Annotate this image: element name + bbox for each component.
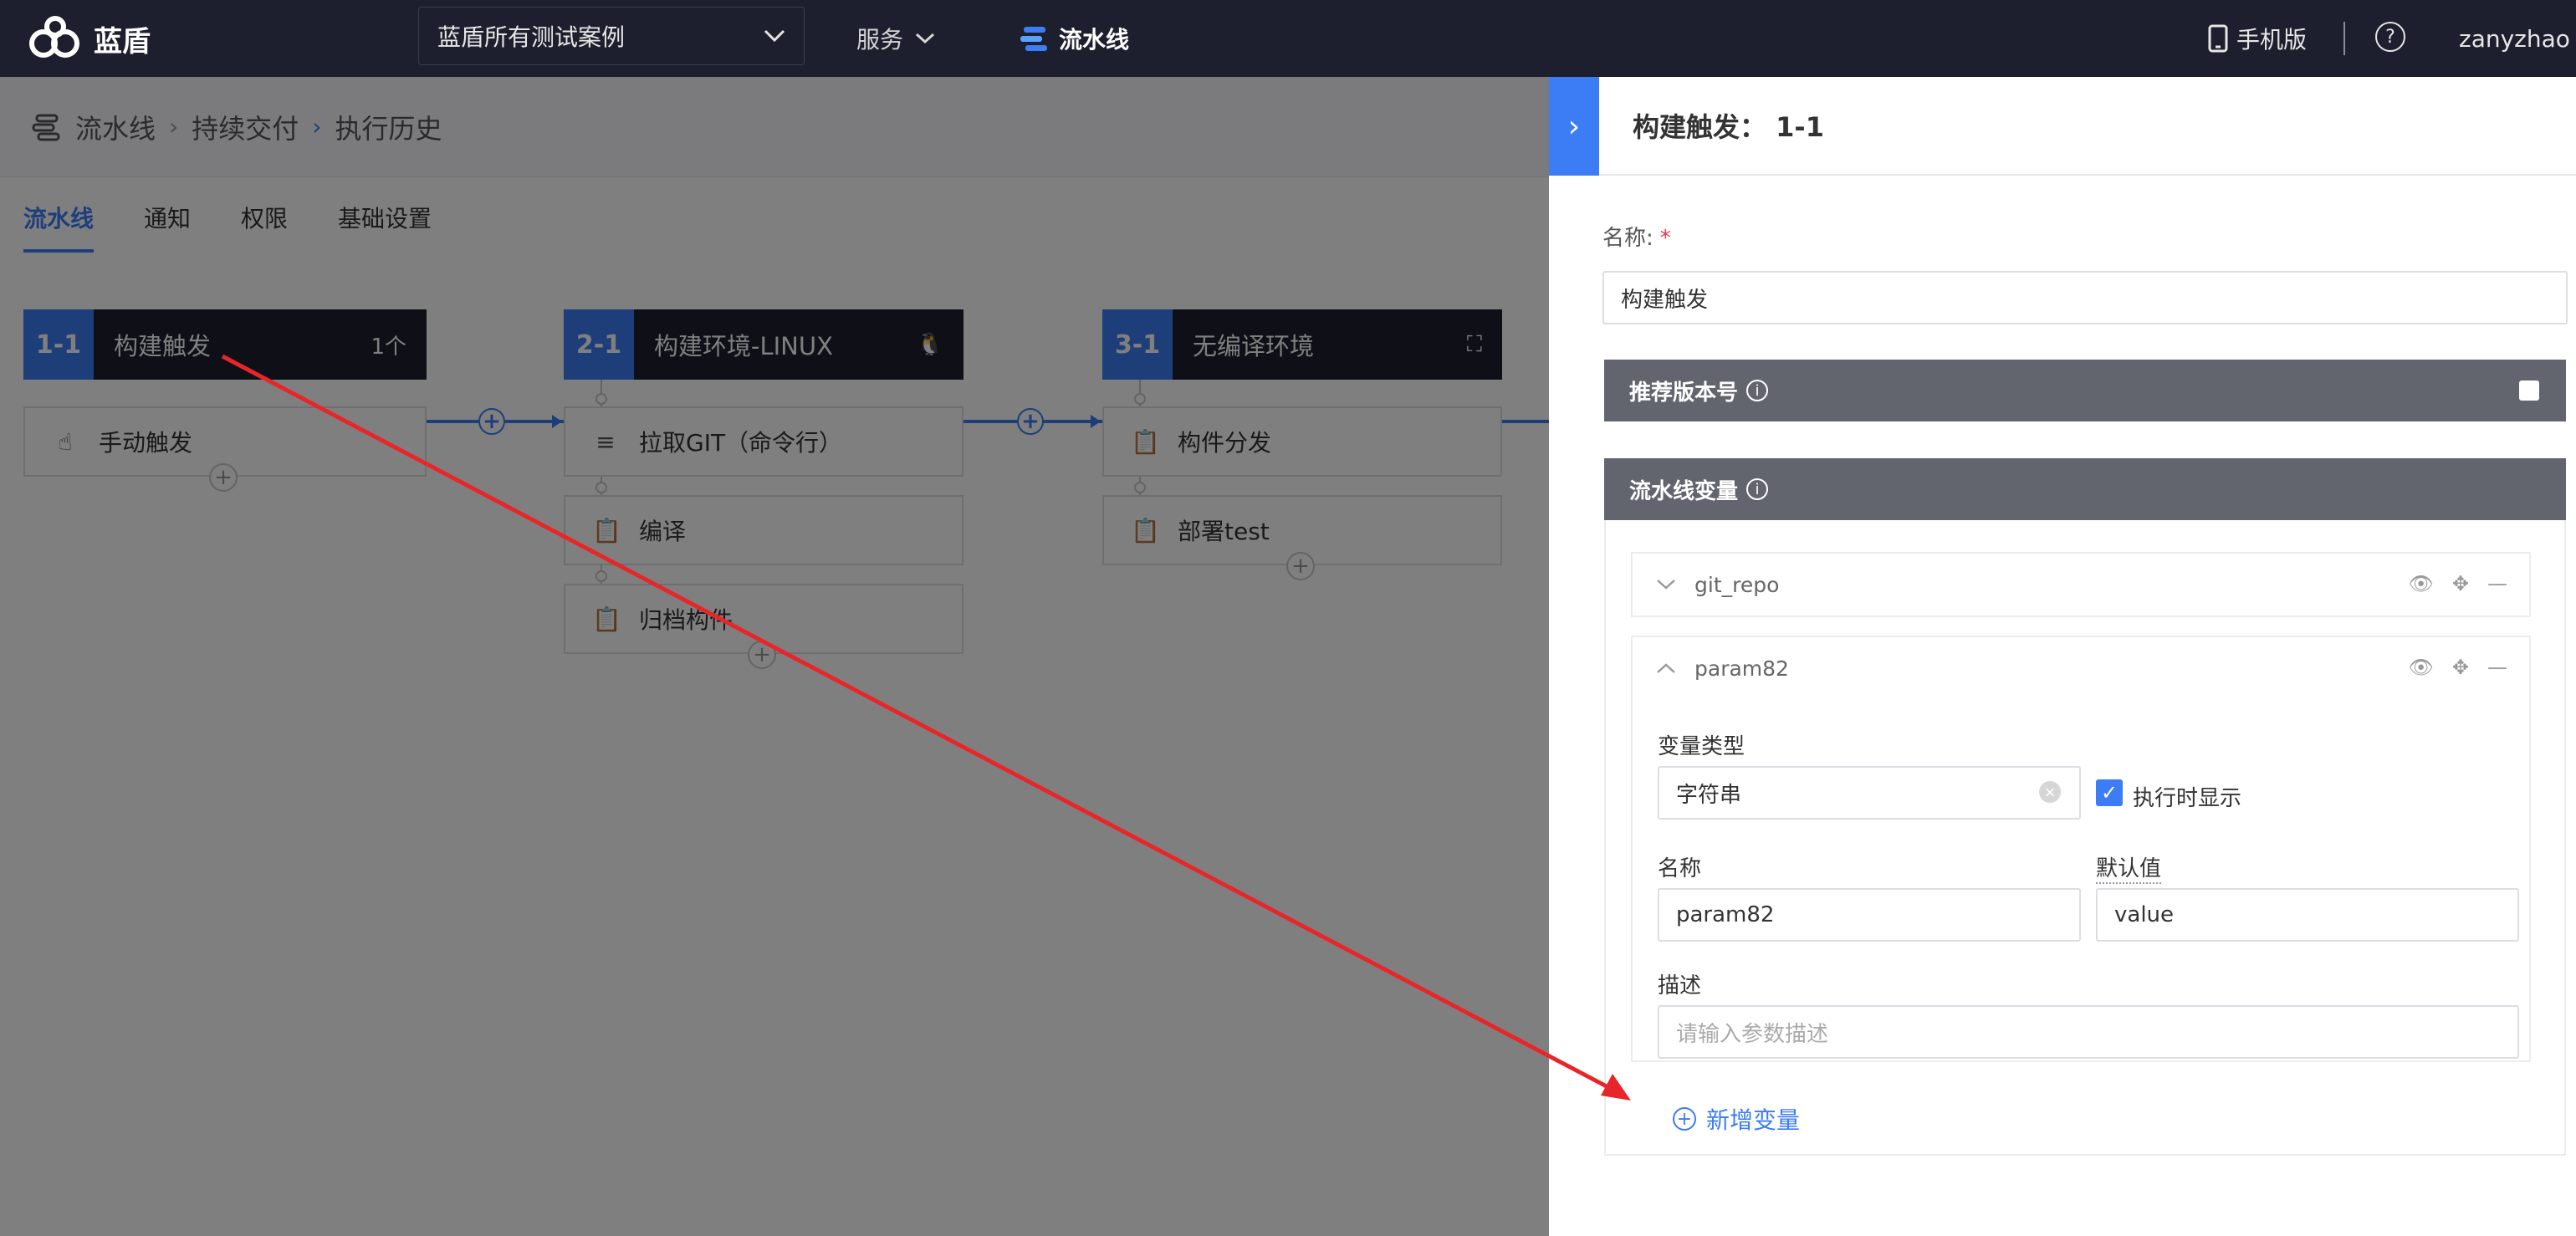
recommend-version-label: 推荐版本号 (1629, 380, 1739, 406)
logo[interactable]: 蓝盾 (27, 10, 151, 67)
var-type-select[interactable]: 字符串 (1658, 766, 2081, 820)
add-var-button[interactable]: + 新增变量 (1673, 1102, 1800, 1136)
recommend-version-checkbox[interactable] (2519, 381, 2539, 401)
project-select[interactable]: 蓝盾所有测试案例 (418, 7, 805, 65)
plus-circle-icon: + (1673, 1107, 1696, 1131)
var-actions: 👁 ✥ — (2408, 572, 2507, 595)
desc-label: 描述 (1658, 973, 1702, 999)
drawer-title: 构建触发： 1-1 (1599, 77, 2576, 176)
nav-service-label: 服务 (856, 26, 904, 54)
info-icon[interactable]: i (1746, 380, 1769, 401)
nav-mobile[interactable]: 手机版 (2208, 17, 2307, 60)
nav-pipeline-label: 流水线 (1059, 26, 1130, 54)
eye-icon[interactable]: 👁 (2408, 656, 2433, 679)
pipeline-icon (1020, 27, 1047, 51)
top-navigation-bar: 蓝盾 蓝盾所有测试案例 服务 流水线 手机版 ? zanyzhao (0, 0, 2576, 77)
eye-icon[interactable]: 👁 (2408, 572, 2433, 595)
collapse-drawer-button[interactable]: › (1549, 77, 1599, 176)
var-header[interactable]: param82 👁 ✥ — (1633, 637, 2529, 699)
chevron-down-icon (916, 33, 935, 44)
chevron-down-icon (764, 29, 785, 43)
nav-pipeline[interactable]: 流水线 (1019, 17, 1129, 60)
default-value-label: 默认值 (2096, 851, 2162, 884)
nav-service-menu[interactable]: 服务 (856, 17, 935, 60)
clear-icon[interactable]: × (2039, 781, 2061, 803)
project-select-value: 蓝盾所有测试案例 (437, 23, 626, 51)
name-field[interactable]: 构建触发 (1602, 271, 2568, 324)
help-icon[interactable]: ? (2375, 22, 2405, 52)
desc-input[interactable]: 请输入参数描述 (1658, 1005, 2519, 1059)
var-name-input[interactable]: param82 (1658, 888, 2081, 942)
nav-mobile-label: 手机版 (2236, 26, 2308, 54)
mobile-icon (2208, 24, 2228, 53)
chevron-right-icon: › (1567, 109, 1581, 144)
recommend-version-section: 推荐版本号 i (1604, 360, 2566, 421)
var-item: git_repo 👁 ✥ — (1631, 552, 2531, 617)
pipeline-vars-panel: git_repo 👁 ✥ — param82 👁 ✥ — 变量类型 字符串 × … (1604, 520, 2566, 1156)
pipeline-vars-label: 流水线变量 (1629, 478, 1739, 504)
show-on-run-checkbox[interactable]: ✓ (2096, 779, 2123, 806)
chevron-up-icon (1657, 663, 1675, 673)
chevron-down-icon (1657, 580, 1675, 590)
element-config-drawer: › 构建触发： 1-1 名称: * 构建触发 推荐版本号 i 流水线变量 i gi… (1549, 77, 2576, 1236)
user-name: zanyzhao (2459, 24, 2570, 53)
var-name: git_repo (1694, 572, 1780, 597)
var-header[interactable]: git_repo 👁 ✥ — (1633, 554, 2529, 615)
var-name: param82 (1694, 656, 1789, 681)
show-on-run-label: 执行时显示 (2133, 786, 2242, 811)
var-item: param82 👁 ✥ — 变量类型 字符串 × ✓ 执行时显示 名称 默认值 … (1631, 636, 2531, 1062)
move-icon[interactable]: ✥ (2452, 572, 2469, 595)
required-mark: * (1659, 226, 1671, 251)
nav-divider (2343, 22, 2345, 55)
info-icon[interactable]: i (1746, 478, 1769, 500)
var-actions: 👁 ✥ — (2408, 656, 2507, 679)
user-menu[interactable]: zanyzhao (2459, 17, 2576, 60)
move-icon[interactable]: ✥ (2452, 656, 2469, 679)
logo-icon (29, 16, 79, 58)
var-type-value: 字符串 (1676, 782, 1742, 808)
var-type-label: 变量类型 (1658, 734, 1745, 759)
default-value-input[interactable]: value (2096, 888, 2519, 942)
modal-overlay[interactable] (0, 77, 1549, 1236)
name-field-label: 名称: * (1602, 226, 1671, 251)
minus-icon[interactable]: — (2487, 572, 2507, 595)
var-name-label: 名称 (1658, 856, 1702, 881)
minus-icon[interactable]: — (2487, 656, 2507, 679)
add-var-label: 新增变量 (1706, 1106, 1801, 1134)
pipeline-vars-section: 流水线变量 i (1604, 458, 2566, 520)
logo-text: 蓝盾 (94, 24, 151, 59)
